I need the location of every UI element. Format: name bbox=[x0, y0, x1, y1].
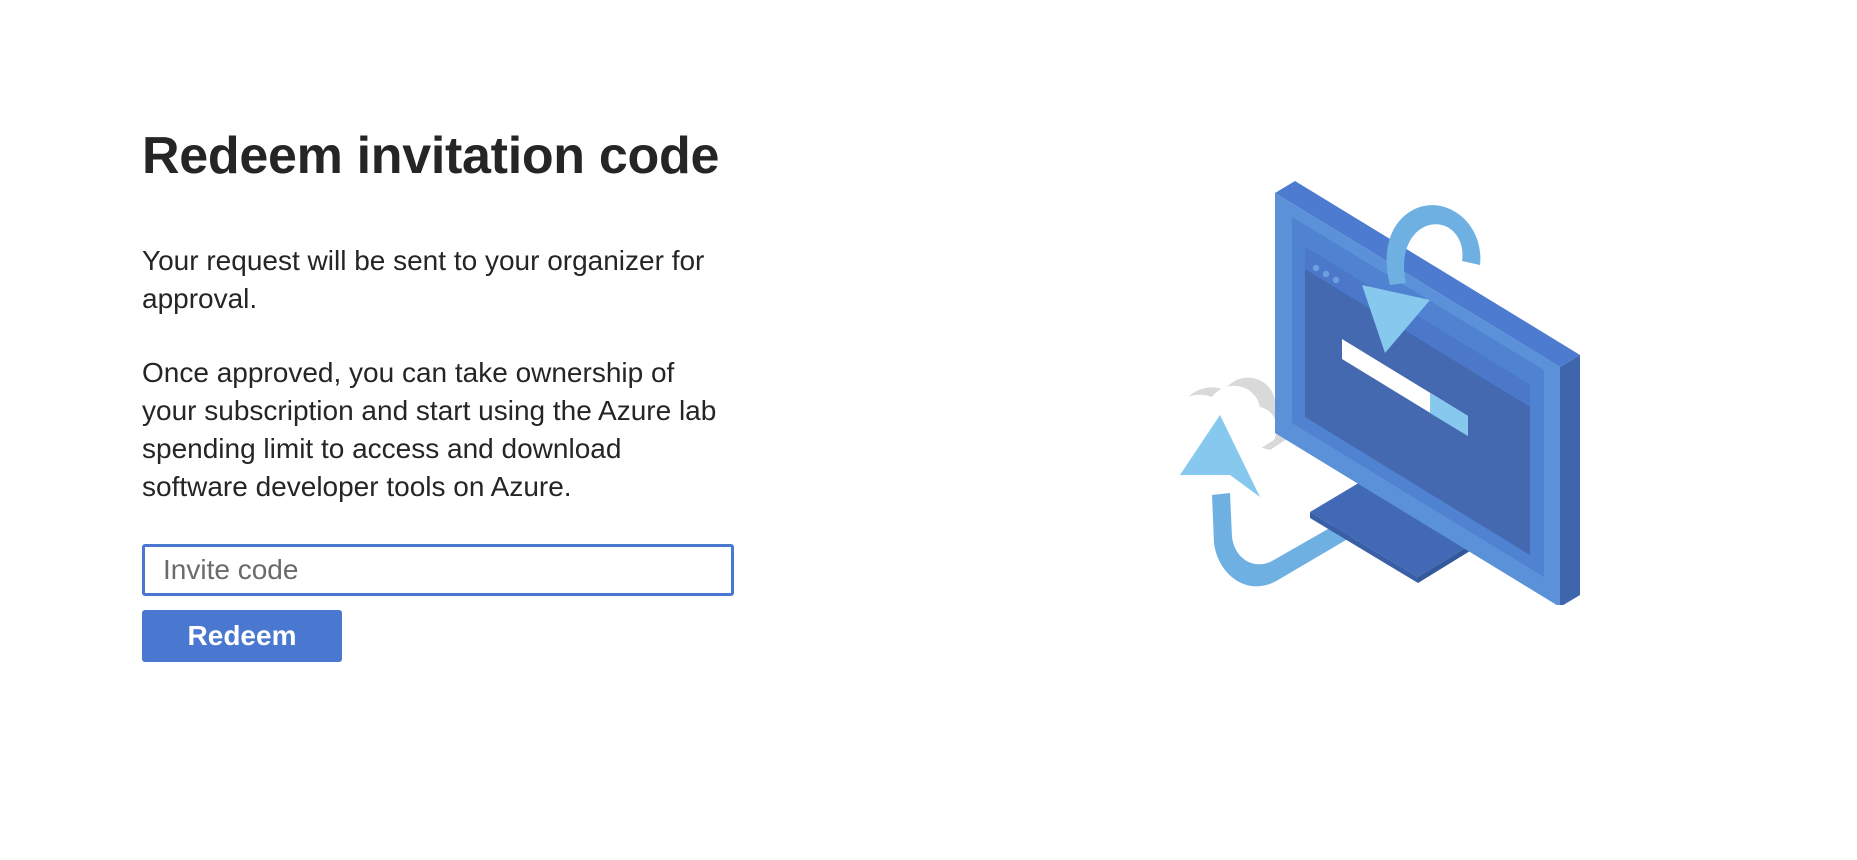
monitor-cloud-sync-illustration bbox=[1169, 181, 1580, 605]
approval-notice: Your request will be sent to your organi… bbox=[142, 245, 705, 314]
redeem-page: Redeem invitation code Your request will… bbox=[0, 0, 1857, 860]
redeem-button[interactable]: Redeem bbox=[142, 610, 342, 662]
ownership-description: Once approved, you can take ownership of… bbox=[142, 357, 717, 502]
page-title: Redeem invitation code bbox=[142, 127, 720, 185]
redeem-panel: Redeem invitation code Your request will… bbox=[142, 120, 742, 662]
invite-code-input[interactable] bbox=[142, 544, 734, 596]
